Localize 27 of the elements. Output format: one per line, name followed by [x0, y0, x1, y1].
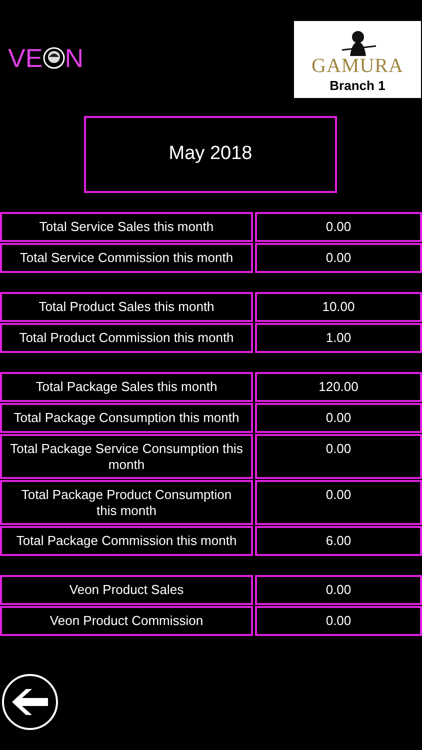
branch-logo: GAMURA Branch 1: [294, 20, 421, 98]
label-cell: Total Package Consumption this month: [0, 403, 253, 433]
label-cell: Total Package Service Consumption this month: [0, 434, 253, 479]
value-cell: 10.00: [255, 292, 422, 322]
value-cell: 0.00: [255, 606, 422, 636]
label-cell: Total Package Sales this month: [0, 372, 253, 402]
label-cell: Total Product Sales this month: [0, 292, 253, 322]
label-cell: Veon Product Sales: [0, 575, 253, 605]
value-cell: 0.00: [255, 480, 422, 525]
back-button[interactable]: [2, 674, 58, 730]
brand-logo: VE N: [8, 45, 84, 71]
month-label: May 2018: [84, 116, 337, 193]
value-cell: 0.00: [255, 434, 422, 479]
label-cell: Total Package Product Consumption this month: [0, 480, 253, 525]
value-cell: 120.00: [255, 372, 422, 402]
label-cell: Total Service Sales this month: [0, 212, 253, 242]
label-cell: Total Package Commission this month: [0, 526, 253, 556]
label-cell: Total Service Commission this month: [0, 243, 253, 273]
value-cell: 0.00: [255, 403, 422, 433]
label-cell: Veon Product Commission: [0, 606, 253, 636]
value-cell: 0.00: [255, 212, 422, 242]
left-arrow-icon: [10, 687, 50, 717]
value-cell: 6.00: [255, 526, 422, 556]
value-cell: 0.00: [255, 243, 422, 273]
label-cell: Total Product Commission this month: [0, 323, 253, 353]
value-cell: 0.00: [255, 575, 422, 605]
value-cell: 1.00: [255, 323, 422, 353]
